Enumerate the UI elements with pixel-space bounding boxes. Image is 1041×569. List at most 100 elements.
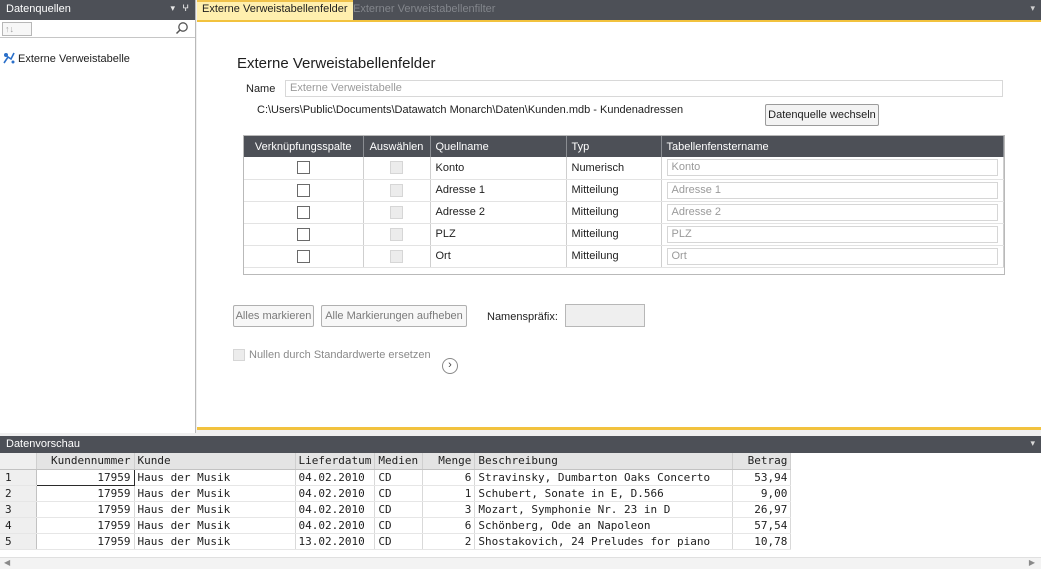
null-defaults-option[interactable]: Nullen durch Standardwerte ersetzen: [233, 349, 431, 362]
row-number-header: [0, 453, 37, 470]
tab-overflow-icon[interactable]: ▾: [1030, 3, 1035, 14]
cell-kunde[interactable]: Haus der Musik: [134, 501, 296, 518]
change-source-button[interactable]: Datenquelle wechseln: [765, 104, 879, 126]
cell-menge[interactable]: 3: [422, 501, 476, 518]
table-name-field[interactable]: Ort: [666, 247, 998, 265]
table-name-field[interactable]: Adresse 1: [666, 181, 998, 199]
row-number: 3: [0, 501, 37, 518]
cell-lieferdatum[interactable]: 04.02.2010: [295, 469, 376, 486]
cell-lieferdatum[interactable]: 04.02.2010: [295, 485, 376, 502]
col-medien[interactable]: Medien: [374, 453, 424, 470]
select-all-button[interactable]: Alles markieren: [233, 305, 314, 327]
cell-medien[interactable]: CD: [374, 485, 424, 502]
col-lieferdatum[interactable]: Lieferdatum: [295, 453, 376, 470]
horizontal-scrollbar[interactable]: ◀ ▶: [0, 557, 1041, 569]
cell-kunde[interactable]: Haus der Musik: [134, 469, 296, 486]
cell-betrag[interactable]: 9,00: [732, 485, 792, 502]
prefix-field[interactable]: [565, 304, 645, 327]
col-type[interactable]: Typ: [566, 136, 662, 157]
name-label: Name: [246, 83, 276, 95]
cell-beschreibung[interactable]: Stravinsky, Dumbarton Oaks Concerto: [474, 469, 734, 486]
tab-external-fields[interactable]: Externe Verweistabellenfelder: [197, 0, 353, 20]
cell-menge[interactable]: 6: [422, 469, 476, 486]
row-number: 1: [0, 469, 37, 486]
pin-icon[interactable]: ⵖ: [182, 3, 189, 14]
external-lookup-icon: [3, 52, 15, 64]
table-row: PLZ Mitteilung PLZ: [244, 223, 1004, 246]
cell-kundennummer[interactable]: 17959: [36, 501, 135, 518]
cell-beschreibung[interactable]: Mozart, Symphonie Nr. 23 in D: [474, 501, 734, 518]
cell-menge[interactable]: 2: [422, 533, 476, 550]
data-sources-header: Datenquellen ▾ ⵖ: [0, 0, 195, 20]
deselect-all-button[interactable]: Alle Markierungen aufheben: [321, 305, 467, 327]
col-link-column[interactable]: Verknüpfungsspalte: [244, 136, 364, 157]
cell-medien[interactable]: CD: [374, 533, 424, 550]
cell-betrag[interactable]: 10,78: [732, 533, 792, 550]
cell-lieferdatum[interactable]: 04.02.2010: [295, 517, 376, 534]
link-checkbox[interactable]: [296, 249, 310, 263]
cell-betrag[interactable]: 57,54: [732, 517, 792, 534]
col-kundennummer[interactable]: Kundennummer: [36, 453, 135, 470]
search-row: ↑↓: [0, 20, 195, 38]
cell-kundennummer[interactable]: 17959: [36, 533, 135, 550]
preview-title: Datenvorschau: [6, 438, 80, 450]
link-checkbox[interactable]: [296, 161, 310, 175]
cell-kunde[interactable]: Haus der Musik: [134, 517, 296, 534]
type-cell: Mitteilung: [566, 179, 662, 202]
table-row: 2 17959 Haus der Musik 04.02.2010 CD 1 S…: [0, 485, 792, 502]
cell-betrag[interactable]: 26,97: [732, 501, 792, 518]
col-beschreibung[interactable]: Beschreibung: [474, 453, 734, 470]
table-name-field[interactable]: Adresse 2: [666, 203, 998, 221]
data-sources-panel: Datenquellen ▾ ⵖ ↑↓ Externe Verweistabel…: [0, 0, 196, 433]
row-number: 4: [0, 517, 37, 534]
col-kunde[interactable]: Kunde: [134, 453, 296, 470]
col-menge[interactable]: Menge: [422, 453, 476, 470]
col-select[interactable]: Auswählen: [363, 136, 431, 157]
link-checkbox[interactable]: [296, 205, 310, 219]
table-row: 4 17959 Haus der Musik 04.02.2010 CD 6 S…: [0, 517, 792, 534]
sort-button[interactable]: ↑↓: [2, 22, 32, 36]
scroll-right-icon[interactable]: ▶: [1029, 558, 1035, 567]
row-number: 5: [0, 533, 37, 550]
col-source-name[interactable]: Quellname: [430, 136, 567, 157]
cell-beschreibung[interactable]: Schubert, Sonate in E, D.566: [474, 485, 734, 502]
cell-kunde[interactable]: Haus der Musik: [134, 485, 296, 502]
null-defaults-checkbox[interactable]: [233, 349, 245, 362]
col-betrag[interactable]: Betrag: [732, 453, 792, 470]
cell-medien[interactable]: CD: [374, 469, 424, 486]
type-cell: Numerisch: [566, 157, 662, 180]
tab-external-filter[interactable]: Externer Verweistabellenfilter: [348, 0, 500, 20]
data-sources-title: Datenquellen: [6, 3, 71, 15]
select-checkbox: [390, 205, 403, 219]
cell-kunde[interactable]: Haus der Musik: [134, 533, 296, 550]
table-name-field[interactable]: Konto: [666, 159, 998, 177]
table-row: Adresse 1 Mitteilung Adresse 1: [244, 179, 1004, 202]
cell-beschreibung[interactable]: Shostakovich, 24 Preludes for piano: [474, 533, 734, 550]
search-icon[interactable]: [175, 21, 189, 35]
preview-menu-icon[interactable]: ▾: [1030, 438, 1035, 449]
expand-chevron-icon[interactable]: ›: [442, 358, 458, 374]
cell-kundennummer[interactable]: 17959: [36, 517, 135, 534]
source-name-cell: Adresse 2: [430, 201, 567, 224]
cell-medien[interactable]: CD: [374, 517, 424, 534]
table-name-field[interactable]: PLZ: [666, 225, 998, 243]
cell-lieferdatum[interactable]: 04.02.2010: [295, 501, 376, 518]
source-item-external-table[interactable]: Externe Verweistabelle: [3, 52, 130, 65]
table-row: 1 17959 Haus der Musik 04.02.2010 CD 6 S…: [0, 468, 792, 486]
cell-menge[interactable]: 6: [422, 517, 476, 534]
cell-medien[interactable]: CD: [374, 501, 424, 518]
cell-lieferdatum[interactable]: 13.02.2010: [295, 533, 376, 550]
cell-menge[interactable]: 1: [422, 485, 476, 502]
link-checkbox[interactable]: [296, 183, 310, 197]
cell-kundennummer[interactable]: 17959: [36, 485, 135, 502]
panel-menu-icon[interactable]: ▾: [170, 3, 175, 14]
table-row: 3 17959 Haus der Musik 04.02.2010 CD 3 M…: [0, 501, 792, 518]
link-checkbox[interactable]: [296, 227, 310, 241]
select-checkbox: [390, 249, 403, 263]
name-field[interactable]: Externe Verweistabelle: [285, 80, 1003, 97]
col-table-name[interactable]: Tabellenfenstername: [661, 136, 1004, 157]
cell-beschreibung[interactable]: Schönberg, Ode an Napoleon: [474, 517, 734, 534]
cell-betrag[interactable]: 53,94: [732, 469, 792, 486]
cell-kundennummer[interactable]: 17959: [35, 468, 135, 486]
scroll-left-icon[interactable]: ◀: [4, 558, 10, 567]
